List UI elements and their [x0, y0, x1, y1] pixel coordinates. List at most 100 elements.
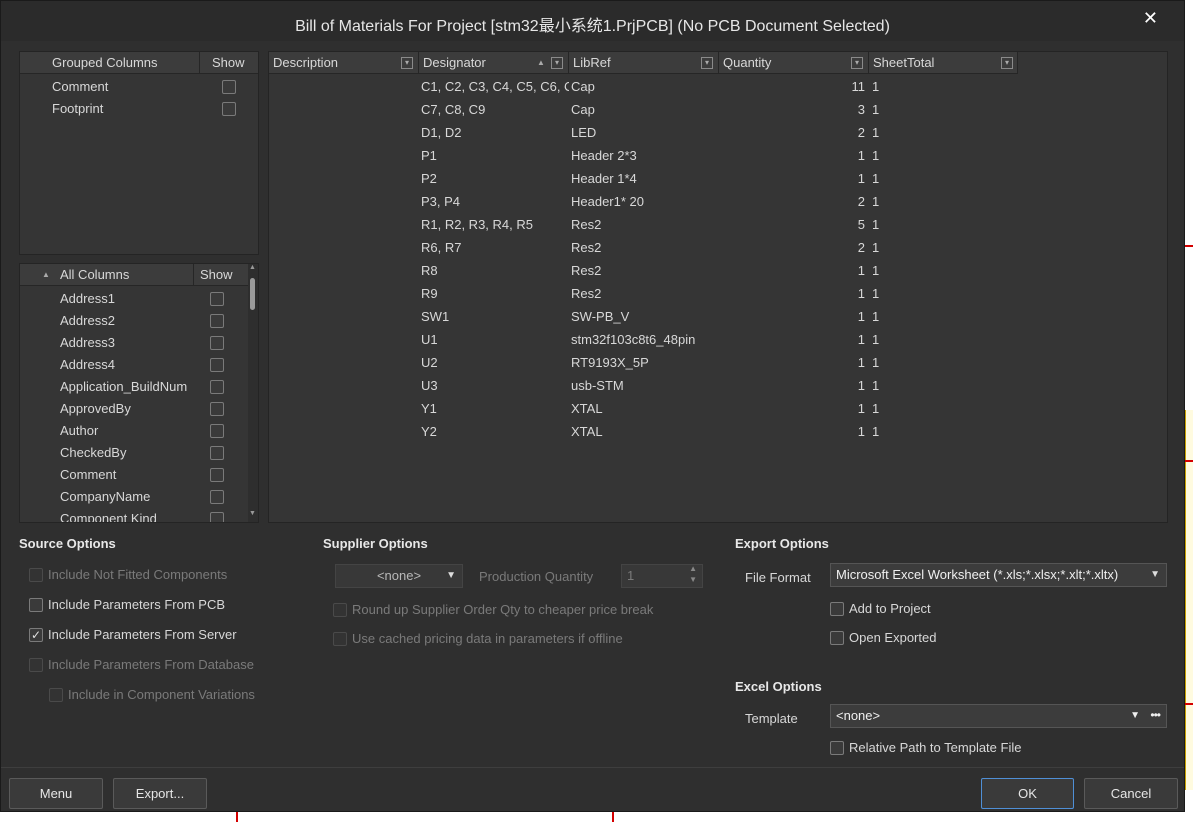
sheettotal-cell: 1 — [872, 355, 880, 370]
grouped-columns-title[interactable]: Grouped Columns — [48, 52, 200, 74]
add-to-project-checkbox[interactable] — [830, 602, 844, 616]
all-column-show-checkbox[interactable] — [210, 402, 224, 416]
table-row[interactable]: R1, R2, R3, R4, R5 Res2 5 1 — [269, 213, 1018, 236]
cancel-button[interactable]: Cancel — [1084, 778, 1178, 809]
all-column-item[interactable]: Address2 — [60, 310, 240, 332]
cached-pricing-checkbox[interactable] — [333, 632, 347, 646]
grouped-column-item[interactable]: Comment — [52, 76, 252, 98]
all-columns-show-header[interactable]: Show — [196, 264, 248, 286]
filter-icon[interactable]: ▾ — [701, 57, 713, 69]
column-header-sheettotal[interactable]: SheetTotal ▾ — [869, 52, 1018, 74]
all-column-item[interactable]: Comment — [60, 464, 240, 486]
quantity-cell: 1 — [857, 148, 865, 163]
table-row[interactable]: U1 stm32f103c8t6_48pin 1 1 — [269, 328, 1018, 351]
quantity-cell: 1 — [857, 355, 865, 370]
file-format-select[interactable]: Microsoft Excel Worksheet (*.xls;*.xlsx;… — [830, 563, 1167, 587]
grouped-columns-show-header[interactable]: Show — [208, 52, 258, 74]
more-options-icon[interactable]: ••• — [1150, 705, 1161, 726]
sheettotal-cell: 1 — [872, 194, 880, 209]
quantity-cell: 5 — [857, 217, 865, 232]
footer-divider — [1, 767, 1184, 768]
table-row[interactable]: P3, P4 Header1* 20 2 1 — [269, 190, 1018, 213]
table-row[interactable]: Y2 XTAL 1 1 — [269, 420, 1018, 443]
include-in-variations-checkbox[interactable] — [49, 688, 63, 702]
grouped-column-item[interactable]: Footprint — [52, 98, 252, 120]
table-row[interactable]: R6, R7 Res2 2 1 — [269, 236, 1018, 259]
scrollbar-thumb[interactable] — [250, 278, 255, 310]
filter-icon[interactable]: ▾ — [1001, 57, 1013, 69]
close-icon[interactable]: ✕ — [1143, 8, 1158, 29]
ok-button[interactable]: OK — [981, 778, 1074, 809]
quantity-cell: 1 — [857, 309, 865, 324]
all-column-item[interactable]: ApprovedBy — [60, 398, 240, 420]
chevron-down-icon[interactable]: ▼ — [1130, 705, 1140, 727]
all-column-item[interactable]: Component Kind — [60, 508, 240, 522]
quantity-cell: 2 — [857, 125, 865, 140]
all-column-item[interactable]: Address1 — [60, 288, 240, 310]
all-column-item[interactable]: CheckedBy — [60, 442, 240, 464]
table-row[interactable]: R9 Res2 1 1 — [269, 282, 1018, 305]
all-column-item[interactable]: CompanyName — [60, 486, 240, 508]
include-params-server-checkbox[interactable] — [29, 626, 43, 644]
filter-icon[interactable]: ▾ — [551, 57, 563, 69]
all-column-show-checkbox[interactable] — [210, 490, 224, 504]
all-column-show-checkbox[interactable] — [210, 512, 224, 522]
table-row[interactable]: SW1 SW-PB_V 1 1 — [269, 305, 1018, 328]
scroll-down-icon[interactable]: ▼ — [249, 510, 256, 517]
quantity-cell: 3 — [857, 102, 865, 117]
table-row[interactable]: Y1 XTAL 1 1 — [269, 397, 1018, 420]
include-not-fitted-checkbox[interactable] — [29, 568, 43, 582]
filter-icon[interactable]: ▾ — [851, 57, 863, 69]
all-column-show-checkbox[interactable] — [210, 424, 224, 438]
all-column-item[interactable]: Author — [60, 420, 240, 442]
column-header-libref[interactable]: LibRef ▾ — [569, 52, 719, 74]
all-columns-title[interactable]: All Columns — [56, 264, 194, 286]
supplier-options-title: Supplier Options — [323, 536, 428, 551]
production-quantity-spinner[interactable]: 1 ▲ ▼ — [621, 564, 703, 588]
column-header-designator[interactable]: Designator ▲ ▾ — [419, 52, 569, 74]
all-column-show-checkbox[interactable] — [210, 314, 224, 328]
export-button[interactable]: Export... — [113, 778, 207, 809]
table-row[interactable]: D1, D2 LED 2 1 — [269, 121, 1018, 144]
table-row[interactable]: U2 RT9193X_5P 1 1 — [269, 351, 1018, 374]
include-params-pcb-checkbox[interactable] — [29, 598, 43, 612]
libref-cell: XTAL — [571, 424, 603, 439]
grouped-column-show-checkbox[interactable] — [222, 102, 236, 116]
table-row[interactable]: U3 usb-STM 1 1 — [269, 374, 1018, 397]
designator-cell: SW1 — [421, 309, 450, 324]
table-row[interactable]: R8 Res2 1 1 — [269, 259, 1018, 282]
menu-button[interactable]: Menu — [9, 778, 103, 809]
sort-up-icon[interactable]: ▲ — [38, 264, 56, 286]
all-column-item[interactable]: Address4 — [60, 354, 240, 376]
libref-cell: Cap — [571, 102, 595, 117]
grouped-column-show-checkbox[interactable] — [222, 80, 236, 94]
template-select[interactable]: <none> ▼ ••• — [830, 704, 1167, 728]
round-up-checkbox[interactable] — [333, 603, 347, 617]
all-column-show-checkbox[interactable] — [210, 468, 224, 482]
description-cell — [269, 236, 419, 259]
sheettotal-cell: 1 — [872, 102, 880, 117]
scroll-up-icon[interactable]: ▲ — [249, 264, 256, 271]
table-row[interactable]: P1 Header 2*3 1 1 — [269, 144, 1018, 167]
all-column-item[interactable]: Application_BuildNum — [60, 376, 240, 398]
sort-asc-icon[interactable]: ▲ — [537, 52, 545, 74]
all-column-item[interactable]: Address3 — [60, 332, 240, 354]
all-column-show-checkbox[interactable] — [210, 358, 224, 372]
include-params-database-checkbox[interactable] — [29, 658, 43, 672]
filter-icon[interactable]: ▾ — [401, 57, 413, 69]
all-column-show-checkbox[interactable] — [210, 292, 224, 306]
all-column-show-checkbox[interactable] — [210, 336, 224, 350]
open-exported-checkbox[interactable] — [830, 631, 844, 645]
table-row[interactable]: P2 Header 1*4 1 1 — [269, 167, 1018, 190]
spinner-arrows-icon[interactable]: ▲ ▼ — [689, 565, 697, 585]
column-header-description[interactable]: Description ▾ — [269, 52, 419, 74]
table-row[interactable]: C7, C8, C9 Cap 3 1 — [269, 98, 1018, 121]
all-columns-scrollbar[interactable]: ▲ ▼ — [248, 264, 258, 522]
description-cell — [269, 144, 419, 167]
column-header-quantity[interactable]: Quantity ▾ — [719, 52, 869, 74]
table-row[interactable]: C1, C2, C3, C4, C5, C6, C Cap 11 1 — [269, 75, 1018, 98]
all-column-show-checkbox[interactable] — [210, 380, 224, 394]
supplier-select[interactable]: <none> ▼ — [335, 564, 463, 588]
relative-path-checkbox[interactable] — [830, 741, 844, 755]
all-column-show-checkbox[interactable] — [210, 446, 224, 460]
